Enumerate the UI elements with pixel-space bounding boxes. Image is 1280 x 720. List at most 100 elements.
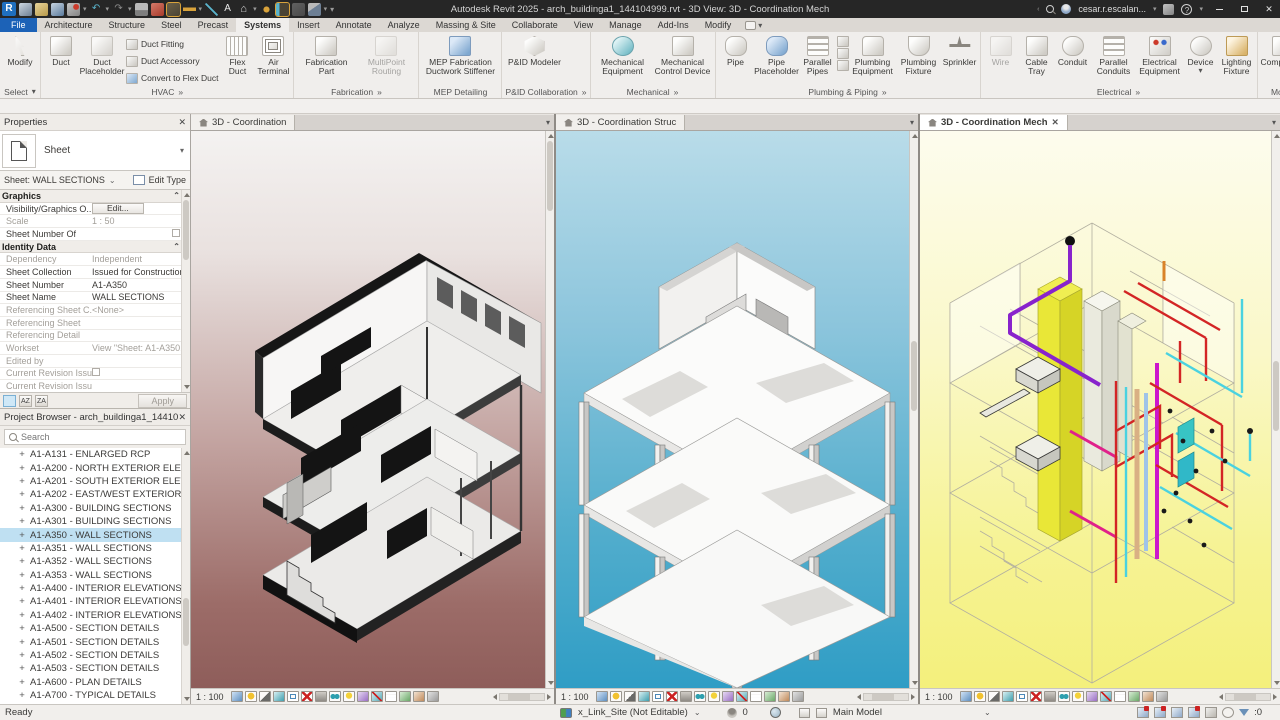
visual-style-icon[interactable] <box>973 691 986 702</box>
graphics-section-header[interactable]: Graphics ⌃ <box>0 190 190 203</box>
mechanical-control-device-button[interactable]: Mechanical Control Device <box>654 34 712 77</box>
tab-analyze[interactable]: Analyze <box>380 18 428 32</box>
pipe-accessory-icon[interactable] <box>836 48 849 59</box>
reveal-constraints-icon[interactable] <box>777 691 790 702</box>
tree-item[interactable]: + A1-A131 - ENLARGED RCP <box>0 448 190 461</box>
property-row[interactable]: Current Revision Issu <box>0 380 190 392</box>
view-tab-menu-icon[interactable]: ▾ <box>542 115 554 130</box>
expand-icon[interactable]: + <box>18 623 26 634</box>
close-button[interactable]: ✕ <box>1260 2 1278 16</box>
identity-data-section-header[interactable]: Identity Data ⌃ <box>0 240 190 254</box>
tab-steel[interactable]: Steel <box>153 18 190 32</box>
property-row[interactable]: Current Revision Issu... <box>0 368 190 381</box>
tree-item-selected[interactable]: + A1-A350 - WALL SECTIONS <box>0 528 190 542</box>
view-scale-button[interactable]: 1 : 100 <box>559 692 594 702</box>
duct-fitting-button[interactable]: Duct Fitting <box>126 36 218 52</box>
revit-logo[interactable]: R <box>2 2 16 16</box>
view-tab-3d-coordination[interactable]: 3D - Coordination <box>191 115 296 130</box>
vg-edit-button[interactable]: Edit... <box>92 203 144 215</box>
instance-name[interactable]: Sheet: WALL SECTIONS <box>4 175 105 185</box>
app-store-icon[interactable] <box>1163 3 1175 15</box>
default-3d-view-icon[interactable]: ⌂ <box>237 2 251 16</box>
crop-view-icon[interactable] <box>1029 691 1042 702</box>
dimension-dropdown-icon[interactable]: ▾ <box>199 5 203 13</box>
tree-item[interactable]: + A1-A501 - SECTION DETAILS <box>0 635 190 648</box>
property-row[interactable]: Referencing Sheet <box>0 317 190 330</box>
expand-icon[interactable]: + <box>18 530 26 541</box>
duct-accessory-button[interactable]: Duct Accessory <box>126 53 218 69</box>
undo-icon[interactable]: ↶ <box>89 2 103 16</box>
tree-item[interactable]: + A1-A351 - WALL SECTIONS <box>0 542 190 555</box>
view-tab-close-icon[interactable]: ✕ <box>1052 117 1059 128</box>
highlight-displacement-icon[interactable] <box>398 691 411 702</box>
tree-item[interactable]: + A1-A500 - SECTION DETAILS <box>0 622 190 635</box>
fabrication-expand-icon[interactable]: » <box>377 87 382 97</box>
property-row[interactable]: Visibility/Graphics O... Edit... <box>0 203 190 216</box>
reveal-constraints-icon[interactable] <box>1141 691 1154 702</box>
tree-item[interactable]: + A1-A353 - WALL SECTIONS <box>0 569 190 582</box>
rendering-dialog-icon[interactable] <box>651 691 664 702</box>
unlocked-view-icon[interactable] <box>1057 691 1070 702</box>
qat-customize-icon[interactable]: ▾ <box>330 5 334 14</box>
collapse-search-icon[interactable]: ‹ <box>1037 6 1039 13</box>
device-button[interactable]: Device ▾ <box>1184 34 1218 76</box>
properties-close-icon[interactable]: ✕ <box>178 117 186 128</box>
property-row[interactable]: Sheet Collection Issued for Construction <box>0 266 190 279</box>
close-hidden-windows-icon[interactable] <box>150 2 164 16</box>
reveal-hidden-elements-icon[interactable] <box>1085 691 1098 702</box>
expand-icon[interactable]: + <box>18 463 26 474</box>
expand-icon[interactable]: + <box>18 596 26 607</box>
tree-item[interactable]: + A1-A300 - BUILDING SECTIONS <box>0 502 190 515</box>
tree-item[interactable]: + A1-A600 - PLAN DETAILS <box>0 676 190 689</box>
reveal-constraints-icon[interactable] <box>412 691 425 702</box>
expand-icon[interactable]: + <box>18 543 26 554</box>
link-dropdown-icon[interactable]: ⌄ <box>694 708 701 717</box>
filter-icon[interactable] <box>1239 709 1250 716</box>
show-analytical-model-icon[interactable] <box>749 691 762 702</box>
schedules-icon[interactable] <box>274 1 290 17</box>
selection-ring-icon[interactable] <box>1222 707 1235 718</box>
pipe-placeholder-button[interactable]: Pipe Placeholder <box>754 34 799 77</box>
temporary-view-properties-icon[interactable] <box>1099 691 1112 702</box>
sheet-number-of-box[interactable] <box>172 228 180 237</box>
measure-icon[interactable] <box>165 1 181 17</box>
project-browser-header[interactable]: Project Browser - arch_buildinga1_144104… <box>0 409 190 426</box>
sun-path-icon[interactable] <box>258 691 271 702</box>
temporary-view-properties-icon[interactable] <box>735 691 748 702</box>
mep-fabrication-ductwork-stiffener-button[interactable]: MEP Fabrication Ductwork Stiffener <box>422 34 498 77</box>
signed-in-user[interactable]: cesar.r.escalan... <box>1078 4 1146 14</box>
flex-duct-button[interactable]: Flex Duct <box>220 34 254 77</box>
shadows-icon[interactable] <box>272 691 285 702</box>
restore-button[interactable] <box>1235 2 1253 16</box>
tab-manage[interactable]: Manage <box>601 18 650 32</box>
viewport1-horizontal-scrollbar[interactable] <box>493 692 551 701</box>
sync-dropdown-icon[interactable]: ▾ <box>83 5 87 13</box>
temporary-hide-isolate-icon[interactable] <box>342 691 355 702</box>
save-icon[interactable] <box>51 2 64 16</box>
viewport3-vertical-scrollbar[interactable] <box>1271 131 1280 688</box>
select-underlay-toggle[interactable] <box>1154 706 1167 718</box>
type-selector[interactable]: Sheet ▾ <box>0 131 190 171</box>
tree-item[interactable]: + A1-A301 - BUILDING SECTIONS <box>0 515 190 528</box>
temporary-hide-isolate-icon[interactable] <box>707 691 720 702</box>
show-crop-region-icon[interactable] <box>679 691 692 702</box>
view-tab-3d-coordination-mech[interactable]: 3D - Coordination Mech ✕ <box>920 115 1068 130</box>
visual-style-icon[interactable] <box>609 691 622 702</box>
expand-icon[interactable]: + <box>18 583 26 594</box>
switch-windows-icon[interactable] <box>307 2 321 16</box>
view-canvas-coordination-mech[interactable] <box>920 131 1280 688</box>
air-terminal-button[interactable]: Air Terminal <box>256 34 290 77</box>
search-help-icon[interactable] <box>1046 5 1055 13</box>
expand-icon[interactable]: + <box>18 650 26 661</box>
help-dropdown-icon[interactable]: ▾ <box>1199 5 1203 13</box>
view-tab-menu-icon[interactable]: ▾ <box>1268 115 1280 130</box>
editing-requests-count[interactable]: 0 <box>743 707 748 718</box>
select-pinned-toggle[interactable] <box>1171 707 1184 718</box>
switch-windows-dropdown-icon[interactable]: ▾ <box>324 5 328 13</box>
sprinkler-button[interactable]: Sprinkler <box>943 34 977 67</box>
expand-icon[interactable]: + <box>18 503 26 514</box>
electrical-expand-icon[interactable]: » <box>1135 87 1140 97</box>
drag-on-selection-toggle[interactable] <box>1205 707 1218 718</box>
active-workset-dropdown[interactable]: Main Model <box>833 707 882 718</box>
show-analytical-model-icon[interactable] <box>1113 691 1126 702</box>
